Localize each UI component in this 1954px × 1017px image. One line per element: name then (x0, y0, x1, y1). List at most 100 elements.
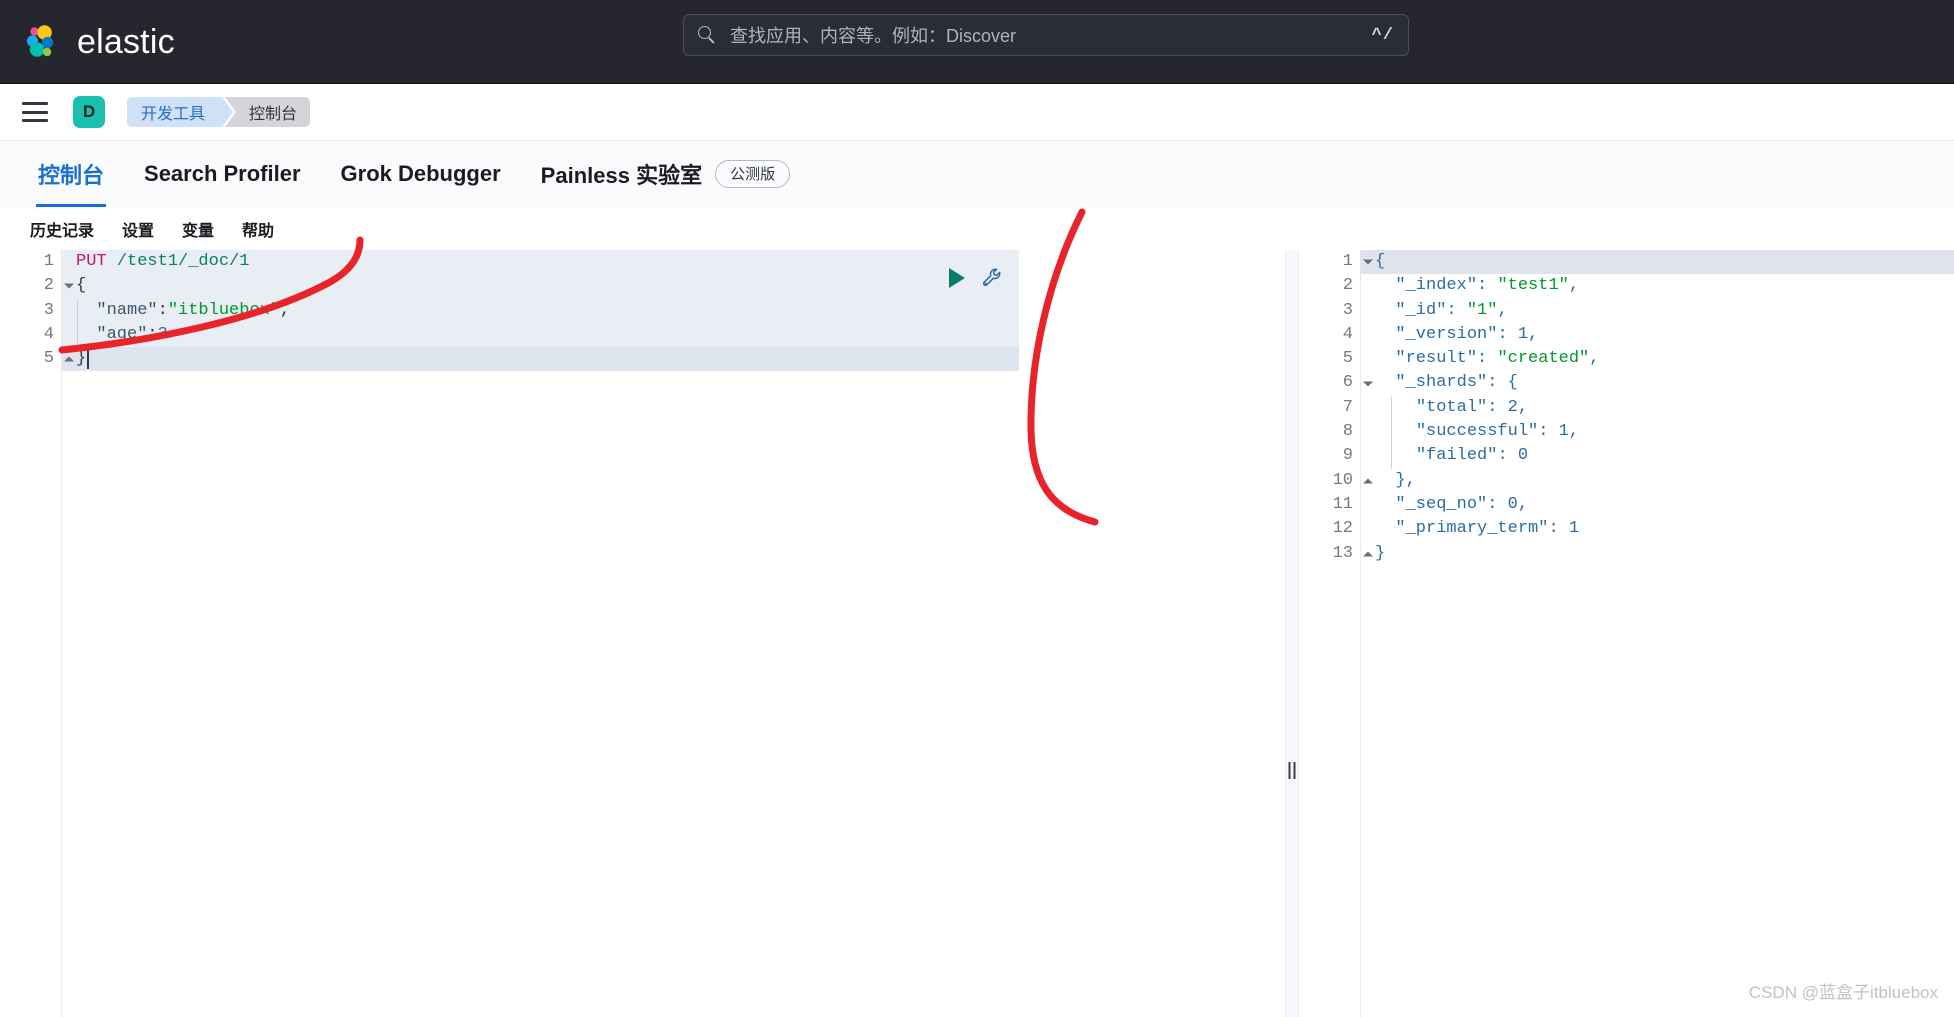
code-token: "successful" (1416, 420, 1538, 444)
response-viewer[interactable]: 12345678910111213 { "_index": "test1", "… (1299, 250, 1954, 1017)
breadcrumb-item-console[interactable]: 控制台 (225, 97, 310, 127)
code-token: { (76, 274, 86, 298)
code-line: { (62, 274, 1285, 298)
code-line: }, (1361, 469, 1954, 493)
avatar[interactable]: D (73, 96, 105, 128)
code-token: : (1487, 371, 1507, 395)
code-token: , (1518, 396, 1528, 420)
code-line: } (62, 347, 1285, 371)
code-token: : (1548, 517, 1568, 541)
request-editor-pane[interactable]: 12345 PUT /test1/_doc/1 { "name":"itblueb… (0, 250, 1285, 1017)
line-number: 6 (1299, 371, 1360, 395)
tab-search-profiler-label: Search Profiler (144, 161, 301, 187)
hamburger-menu-icon[interactable] (22, 102, 48, 122)
code-token: "total" (1416, 396, 1487, 420)
search-placeholder: 查找应用、内容等。例如：Discover (730, 22, 1372, 48)
code-token (1375, 347, 1395, 371)
line-number: 7 (1299, 396, 1360, 420)
submenu-item-variables[interactable]: 变量 (168, 217, 228, 241)
line-number: 13 (1299, 542, 1360, 566)
code-token: 2 (1508, 396, 1518, 420)
tab-search-profiler[interactable]: Search Profiler (124, 140, 321, 207)
request-editor-gutter[interactable]: 12345 (0, 250, 62, 1017)
wrench-icon[interactable] (981, 266, 1005, 290)
tab-grok-debugger-label: Grok Debugger (341, 161, 501, 187)
pane-splitter[interactable] (1285, 250, 1299, 1017)
code-token: { (1375, 250, 1385, 274)
line-number: 11 (1299, 493, 1360, 517)
line-number: 9 (1299, 444, 1360, 468)
code-token (1375, 323, 1395, 347)
tab-console[interactable]: 控制台 (18, 140, 124, 207)
brand[interactable]: elastic (23, 23, 175, 61)
watermark: CSDN @蓝盒子itbluebox (1749, 978, 1938, 1003)
code-line: "name":"itbluebox", (62, 299, 1285, 323)
code-token (1375, 396, 1416, 420)
request-editor-code[interactable]: PUT /test1/_doc/1 { "name":"itbluebox", "… (62, 250, 1285, 1017)
brand-name: elastic (77, 25, 175, 59)
beta-badge: 公测版 (715, 160, 790, 188)
code-token: "created" (1497, 347, 1589, 371)
code-line: "failed": 0 (1361, 444, 1954, 468)
request-editor[interactable]: 12345 PUT /test1/_doc/1 { "name":"itblueb… (0, 250, 1285, 1017)
response-viewer-pane[interactable]: 12345678910111213 { "_index": "test1", "… (1299, 250, 1954, 1017)
code-token: "_seq_no" (1395, 493, 1487, 517)
code-token (1375, 371, 1395, 395)
line-number: 12 (1299, 517, 1360, 541)
console-workspace: 12345 PUT /test1/_doc/1{ "name":"itblueb… (0, 250, 1954, 1017)
breadcrumb-item-dev-tools[interactable]: 开发工具 (127, 97, 223, 127)
code-token: 1 (1518, 323, 1528, 347)
code-token (1375, 444, 1416, 468)
search-shortcut-hint: ^/ (1372, 26, 1394, 45)
global-search[interactable]: 查找应用、内容等。例如：Discover ^/ (683, 14, 1409, 56)
submenu-item-help[interactable]: 帮助 (228, 217, 288, 241)
play-icon[interactable] (949, 268, 965, 288)
text-cursor (87, 350, 89, 369)
submenu-item-settings[interactable]: 设置 (108, 217, 168, 241)
code-token: : (1477, 347, 1497, 371)
code-token: , (280, 299, 290, 323)
code-token: : (1477, 274, 1497, 298)
code-token: : (1446, 299, 1466, 323)
code-token: , (1406, 469, 1416, 493)
code-token (1375, 420, 1416, 444)
code-token: , (1528, 323, 1538, 347)
line-number: 5 (1299, 347, 1360, 371)
response-viewer-gutter[interactable]: 12345678910111213 (1299, 250, 1361, 1017)
code-token: "_shards" (1395, 371, 1487, 395)
code-token (1375, 517, 1395, 541)
code-line: "_primary_term": 1 (1361, 517, 1954, 541)
code-token: "_version" (1395, 323, 1497, 347)
code-token: PUT (76, 250, 107, 274)
code-token: "failed" (1416, 444, 1498, 468)
code-token: "_index" (1395, 274, 1477, 298)
code-token: 1 (1569, 517, 1579, 541)
tab-grok-debugger[interactable]: Grok Debugger (321, 140, 521, 207)
code-token (1375, 274, 1395, 298)
search-icon (698, 26, 717, 45)
code-token: : (1487, 493, 1507, 517)
console-submenu: 历史记录 设置 变量 帮助 (0, 207, 1954, 250)
tab-painless-lab-label: Painless 实验室 (541, 158, 702, 190)
resize-grip-icon[interactable] (1289, 762, 1296, 779)
tab-painless-lab[interactable]: Painless 实验室 公测版 (521, 140, 810, 207)
code-token: 0 (1518, 444, 1528, 468)
code-token: "result" (1395, 347, 1477, 371)
breadcrumb-bar: D 开发工具 控制台 (0, 84, 1954, 140)
line-number: 4 (1299, 323, 1360, 347)
code-line: "_version": 1, (1361, 323, 1954, 347)
line-number: 1 (0, 250, 61, 274)
code-token: : (1497, 444, 1517, 468)
code-token: "itbluebox" (168, 299, 280, 323)
console-page: elastic 查找应用、内容等。例如：Discover ^/ D 开发工具 控… (0, 0, 1954, 1017)
code-token: , (1589, 347, 1599, 371)
code-line: "_shards": { (1361, 371, 1954, 395)
tab-console-label: 控制台 (38, 158, 104, 190)
code-line: "_index": "test1", (1361, 274, 1954, 298)
code-token: } (1395, 469, 1405, 493)
submenu-item-history[interactable]: 历史记录 (16, 217, 108, 241)
line-number: 3 (0, 299, 61, 323)
code-token: /test1/_doc/1 (117, 250, 250, 274)
search-input[interactable]: 查找应用、内容等。例如：Discover ^/ (683, 14, 1409, 56)
code-token: : (1497, 323, 1517, 347)
